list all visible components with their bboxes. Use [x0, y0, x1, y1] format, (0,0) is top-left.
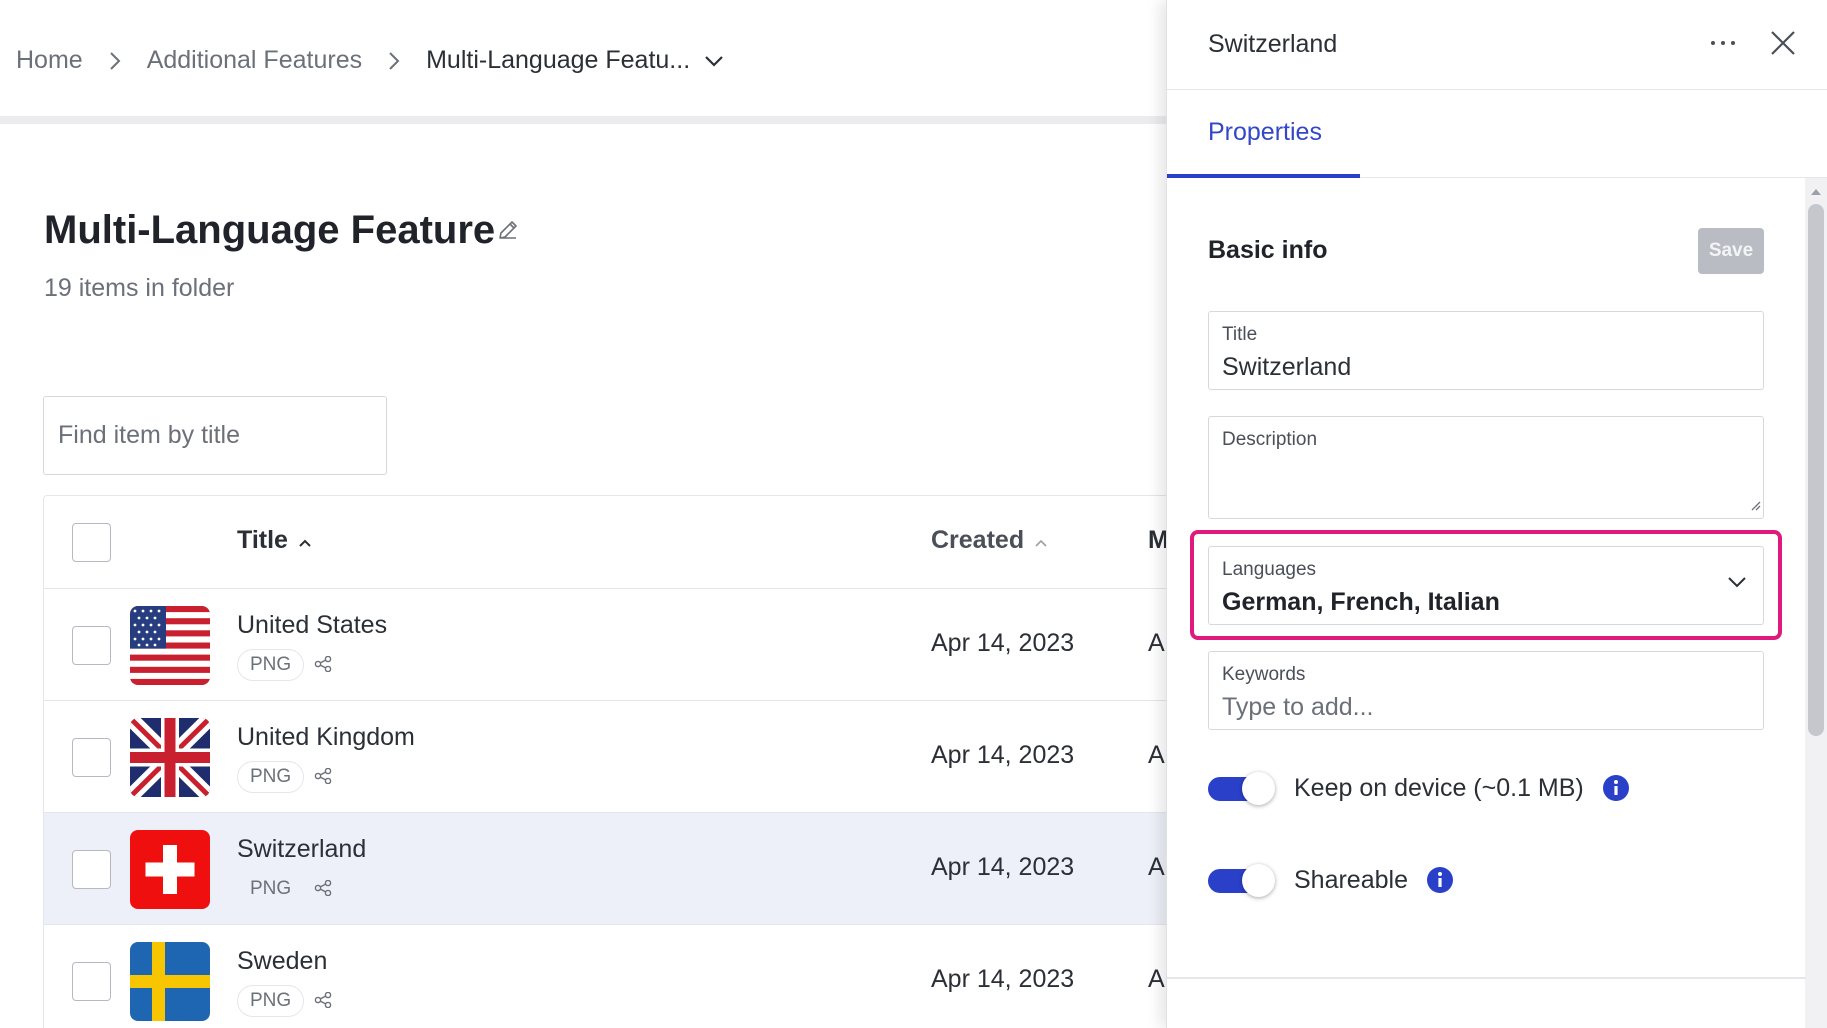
created-date: Apr 14, 2023 [931, 629, 1075, 657]
top-bar: Home Additional Features Multi-Language … [0, 0, 1167, 124]
item-title[interactable]: United Kingdom [237, 723, 415, 752]
us-flag-thumbnail [130, 606, 210, 685]
toggle-knob [1242, 772, 1275, 805]
panel-scrollbar[interactable] [1805, 178, 1827, 1028]
table-row[interactable]: Sweden PNG Apr 14, 2023 A [44, 925, 1167, 1028]
chevron-down-icon[interactable] [1727, 575, 1747, 593]
modified-date: A [1148, 741, 1165, 769]
created-date: Apr 14, 2023 [931, 741, 1075, 769]
created-date: Apr 14, 2023 [931, 965, 1075, 993]
panel-title: Switzerland [1208, 30, 1338, 58]
search-input[interactable]: Find item by title [43, 396, 387, 475]
modified-date: A [1148, 853, 1165, 881]
title-field-value: Switzerland [1222, 353, 1352, 381]
breadcrumb: Home Additional Features Multi-Language … [16, 46, 724, 75]
shareable-toggle[interactable] [1208, 863, 1275, 897]
share-icon [314, 767, 332, 789]
more-horizontal-icon[interactable] [1710, 34, 1736, 52]
toggle-knob [1242, 864, 1275, 897]
shareable-label: Shareable [1294, 865, 1408, 894]
resize-grip-icon[interactable] [1749, 498, 1761, 516]
column-created-label: Created [931, 526, 1025, 554]
title-field[interactable]: Title Switzerland [1208, 311, 1764, 390]
file-type-badge: PNG [237, 985, 305, 1017]
languages-value: German, French, Italian [1222, 588, 1500, 616]
chevron-down-icon[interactable] [704, 55, 724, 67]
items-table: Title Created M United States PNG Apr 14… [43, 495, 1167, 1028]
created-date: Apr 14, 2023 [931, 853, 1075, 881]
row-checkbox[interactable] [72, 850, 111, 889]
row-checkbox[interactable] [72, 962, 111, 1001]
info-icon[interactable] [1426, 866, 1454, 894]
pencil-icon[interactable] [496, 218, 520, 247]
languages-select[interactable]: Languages German, French, Italian [1208, 546, 1764, 625]
table-row[interactable]: United Kingdom PNG Apr 14, 2023 A [44, 701, 1167, 813]
keywords-field[interactable]: Keywords Type to add... [1208, 651, 1764, 730]
scroll-up-icon[interactable] [1809, 184, 1823, 202]
share-icon [314, 655, 332, 677]
scroll-thumb[interactable] [1808, 204, 1824, 736]
sort-asc-icon [298, 526, 312, 555]
file-type-badge: PNG [250, 878, 292, 899]
panel-tabs: Properties [1167, 90, 1827, 178]
uk-flag-thumbnail [130, 718, 210, 797]
properties-panel: Switzerland Properties Basic info Save T… [1166, 0, 1827, 1028]
table-row-selected[interactable]: Switzerland PNG Apr 14, 2023 A [44, 813, 1167, 925]
item-title[interactable]: Switzerland [237, 835, 366, 864]
table-row[interactable]: United States PNG Apr 14, 2023 A [44, 589, 1167, 701]
save-button[interactable]: Save [1698, 228, 1764, 274]
languages-label: Languages [1222, 559, 1317, 580]
breadcrumb-home[interactable]: Home [16, 46, 83, 75]
row-checkbox[interactable] [72, 738, 111, 777]
item-title[interactable]: United States [237, 611, 387, 640]
row-checkbox[interactable] [72, 626, 111, 665]
keywords-label: Keywords [1222, 664, 1306, 685]
close-icon[interactable] [1770, 30, 1796, 61]
description-field-label: Description [1222, 429, 1318, 450]
info-icon[interactable] [1602, 774, 1630, 802]
column-title-label: Title [237, 526, 288, 554]
breadcrumb-current[interactable]: Multi-Language Featu... [426, 46, 690, 75]
column-modified-label: M [1148, 526, 1167, 554]
keep-on-device-toggle[interactable] [1208, 771, 1275, 805]
chevron-right-icon [83, 51, 147, 71]
select-all-checkbox[interactable] [72, 523, 111, 562]
keep-on-device-row: Keep on device (~0.1 MB) [1208, 771, 1630, 805]
item-count: 19 items in folder [44, 274, 235, 302]
description-field[interactable]: Description [1208, 416, 1764, 519]
keywords-input[interactable]: Type to add... [1222, 693, 1374, 722]
column-header-created[interactable]: Created [931, 526, 1048, 555]
chevron-right-icon [362, 51, 426, 71]
search-placeholder: Find item by title [58, 421, 241, 449]
column-header-title[interactable]: Title [237, 526, 312, 555]
share-icon [314, 879, 332, 901]
section-title-basic-info: Basic info [1208, 236, 1328, 264]
breadcrumb-additional-features[interactable]: Additional Features [147, 46, 362, 75]
folder-view: Home Additional Features Multi-Language … [0, 0, 1167, 1028]
item-title[interactable]: Sweden [237, 947, 327, 976]
file-type-badge: PNG [237, 761, 305, 793]
modified-date: A [1148, 629, 1165, 657]
panel-divider [1167, 977, 1806, 979]
table-header: Title Created M [44, 496, 1167, 589]
shareable-row: Shareable [1208, 863, 1454, 897]
title-field-label: Title [1222, 324, 1258, 345]
tab-properties[interactable]: Properties [1167, 90, 1360, 178]
page-title: Multi-Language Feature [44, 208, 496, 252]
sweden-flag-thumbnail [130, 942, 210, 1021]
column-header-modified[interactable]: M [1148, 526, 1167, 555]
swiss-flag-thumbnail [130, 830, 210, 909]
share-icon [314, 991, 332, 1013]
keep-on-device-label: Keep on device (~0.1 MB) [1294, 773, 1584, 802]
file-type-badge: PNG [237, 649, 305, 681]
modified-date: A [1148, 965, 1165, 993]
panel-header: Switzerland [1167, 0, 1827, 90]
sort-asc-icon [1034, 526, 1048, 555]
